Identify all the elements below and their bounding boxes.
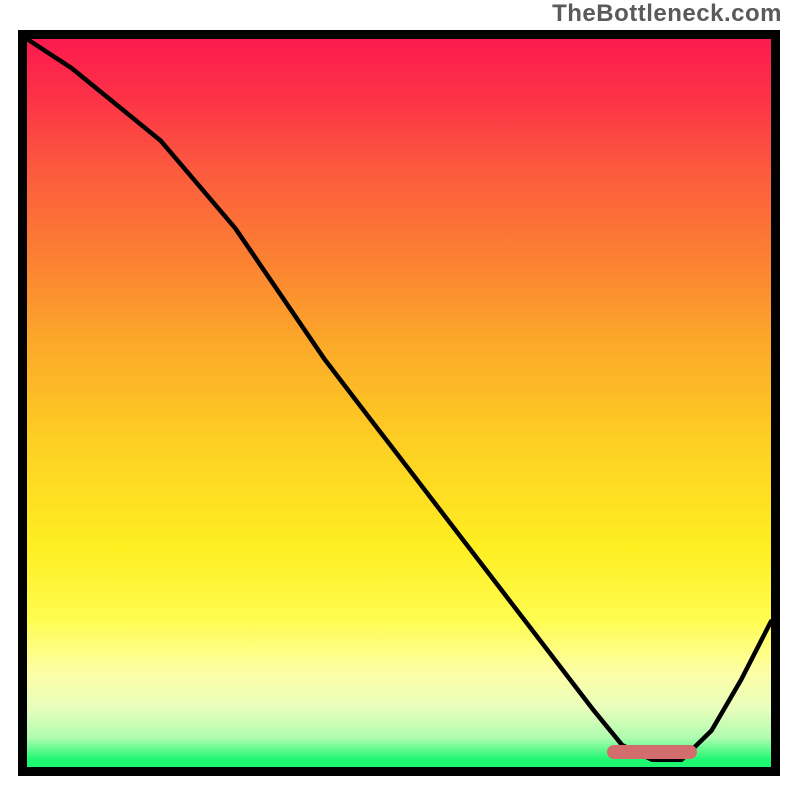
watermark-text: TheBottleneck.com — [552, 0, 782, 28]
optimal-range-marker — [607, 745, 696, 759]
chart-root: TheBottleneck.com — [0, 0, 800, 800]
bottleneck-curve — [27, 39, 771, 767]
curve-path — [27, 39, 771, 760]
plot-area — [18, 30, 780, 776]
